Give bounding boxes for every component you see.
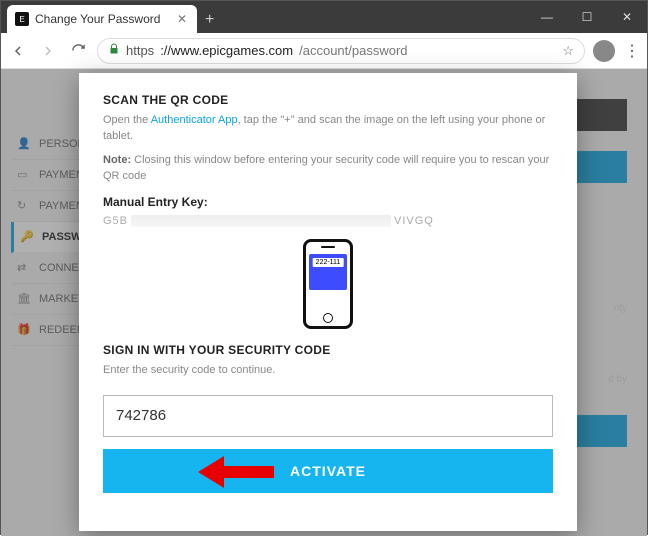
note-label: Note: — [103, 154, 131, 166]
minimize-button[interactable]: — — [527, 1, 567, 33]
url-scheme: https — [126, 43, 154, 58]
scan-instructions: Open the Authenticator App, tap the "+" … — [103, 113, 553, 145]
tab-close-icon[interactable]: ✕ — [177, 12, 187, 26]
key-prefix: G5B — [103, 215, 128, 227]
tab-title: Change Your Password — [35, 12, 160, 26]
activate-button[interactable]: ACTIVATE — [103, 449, 553, 493]
close-window-button[interactable]: ✕ — [607, 1, 647, 33]
reload-button[interactable] — [67, 40, 89, 62]
section-heading-scan: SCAN THE QR CODE — [103, 93, 553, 107]
window-controls: — ☐ ✕ — [527, 1, 647, 33]
back-button[interactable] — [7, 40, 29, 62]
manual-key-label: Manual Entry Key: — [103, 195, 553, 209]
key-redacted — [131, 215, 391, 227]
note-text: Closing this window before entering your… — [103, 154, 549, 182]
bookmark-icon[interactable]: ☆ — [562, 43, 574, 59]
key-suffix: VIVGQ — [394, 215, 434, 227]
authenticator-app-link[interactable]: Authenticator App — [151, 114, 238, 126]
signin-instructions: Enter the security code to continue. — [103, 363, 553, 379]
section-heading-signin: SIGN IN WITH YOUR SECURITY CODE — [103, 343, 553, 357]
url-host: ://www.epicgames.com — [160, 43, 293, 58]
two-factor-modal: SCAN THE QR CODE Open the Authenticator … — [79, 73, 577, 531]
forward-button[interactable] — [37, 40, 59, 62]
browser-menu-button[interactable]: ⋮ — [623, 41, 641, 61]
security-code-input[interactable] — [103, 395, 553, 437]
url-path: /account/password — [299, 43, 407, 58]
phone-sample-code: 222-111 — [313, 258, 344, 267]
window-titlebar: E Change Your Password ✕ + — ☐ ✕ — [1, 1, 647, 33]
phone-illustration-wrap: 222-111 — [103, 239, 553, 329]
page-body: 👤PERSON ▭PAYMEN ↻PAYMEN 🔑PASSW ⇄CONNE 🏛M… — [1, 69, 647, 536]
address-bar[interactable]: https ://www.epicgames.com/account/passwo… — [97, 38, 585, 64]
manual-entry-key: G5B VIVGQ — [103, 215, 553, 227]
browser-tab[interactable]: E Change Your Password ✕ — [7, 5, 197, 33]
phone-icon: 222-111 — [303, 239, 353, 329]
profile-avatar[interactable] — [593, 40, 615, 62]
scan-note: Note: Closing this window before enterin… — [103, 153, 553, 185]
lock-icon — [108, 43, 120, 58]
toolbar: https ://www.epicgames.com/account/passwo… — [1, 33, 647, 69]
text: Open the — [103, 114, 151, 126]
new-tab-button[interactable]: + — [197, 7, 222, 33]
maximize-button[interactable]: ☐ — [567, 1, 607, 33]
tab-favicon: E — [15, 12, 29, 26]
